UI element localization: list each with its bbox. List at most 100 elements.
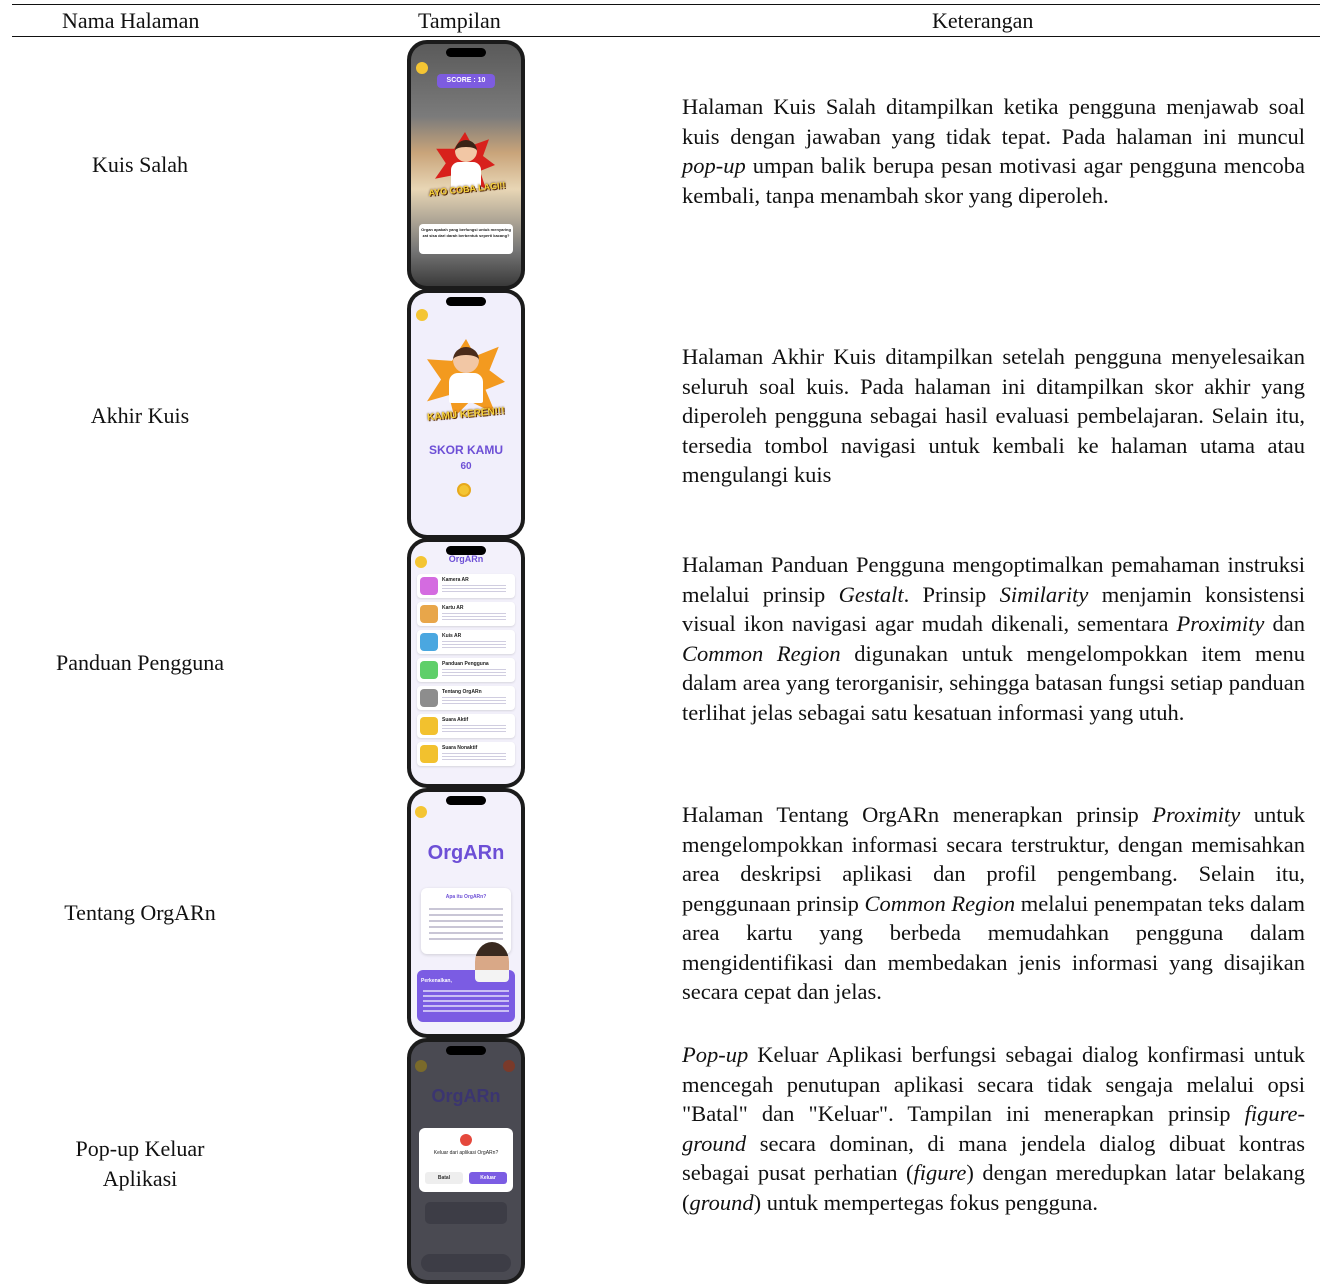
guide-item-label: Kuis AR: [442, 633, 462, 639]
row-desc-panduan: Halaman Panduan Pengguna mengoptimalkan …: [682, 550, 1305, 727]
dimmed-bottom-buttons: [421, 1254, 511, 1272]
cancel-button[interactable]: Batal: [425, 1172, 463, 1184]
phone-panduan: OrgARn Kamera AR Kartu AR Kuis AR Panduan P…: [407, 538, 525, 788]
exit-dialog: Keluar dari aplikasi OrgARn? Batal Kelua…: [419, 1128, 513, 1192]
screen-popup-keluar: OrgARn Keluar dari aplikasi OrgARn? Bata…: [411, 1042, 521, 1280]
guide-item-text-lines: [442, 725, 506, 734]
about-card-text: [429, 908, 503, 944]
home-icon[interactable]: [416, 62, 428, 74]
dialog-title: Keluar dari aplikasi OrgARn?: [433, 1150, 499, 1156]
guide-menu-list: Kamera AR Kartu AR Kuis AR Panduan Pengguna…: [417, 574, 515, 770]
screen-akhir-kuis: KAMU KEREN!!! SKOR KAMU 60: [411, 293, 521, 535]
guide-item-label: Kamera AR: [442, 577, 469, 583]
guide-item-label: Suara Aktif: [442, 717, 469, 723]
desc-segment: Halaman Kuis Salah ditampilkan ketika pe…: [682, 94, 1305, 149]
row-name-tentang: Tentang OrgARn: [64, 900, 216, 925]
desc-segment: Keluar Aplikasi berfungsi sebagai dialog…: [682, 1042, 1305, 1126]
sound-icon[interactable]: [415, 1060, 427, 1072]
desc-segment: Gestalt: [838, 581, 904, 607]
row-name-akhir-kuis: Akhir Kuis: [90, 403, 190, 428]
guide-item-text-lines: [442, 753, 506, 762]
desc-segment: . Prinsip: [903, 581, 1000, 607]
guide-menu-item[interactable]: Suara Nonaktif: [417, 742, 515, 766]
desc-segment: Halaman Akhir Kuis ditampilkan setelah p…: [682, 344, 1305, 487]
row-desc-tentang: Halaman Tentang OrgARn menerapkan prinsi…: [682, 800, 1305, 1007]
desc-segment: Proximity: [1176, 611, 1265, 636]
guide-menu-item[interactable]: Kartu AR: [417, 602, 515, 626]
back-icon[interactable]: [415, 556, 427, 568]
guide-item-text-lines: [442, 641, 506, 650]
header-keterangan: Keterangan: [932, 8, 1034, 33]
screen-tentang: OrgARn Apa itu OrgARn? Perkenalkan,: [411, 792, 521, 1034]
guide-item-icon: [420, 745, 438, 763]
guide-menu-item[interactable]: Suara Aktif: [417, 714, 515, 738]
desc-segment: pop-up: [682, 153, 746, 178]
desc-segment: Pop-up: [682, 1042, 749, 1067]
desc-segment: ground: [689, 1189, 754, 1215]
row-name-popup-keluar: Pop-up Keluar Aplikasi: [75, 1136, 205, 1191]
row-name-panduan: Panduan Pengguna: [55, 650, 225, 675]
score-value: 60: [460, 461, 472, 472]
exit-icon[interactable]: [503, 1060, 515, 1072]
back-icon[interactable]: [415, 806, 427, 818]
guide-menu-item[interactable]: Kamera AR: [417, 574, 515, 598]
phone-popup-keluar: OrgARn Keluar dari aplikasi OrgARn? Bata…: [407, 1038, 525, 1284]
desc-segment: Common Region: [682, 640, 841, 666]
desc-segment: Halaman Tentang OrgARn menerapkan prinsi…: [682, 802, 1153, 827]
phone-notch: [446, 1046, 486, 1055]
guide-item-icon: [420, 661, 438, 679]
score-badge: SCORE : 10: [437, 74, 495, 88]
row-desc-akhir-kuis: Halaman Akhir Kuis ditampilkan setelah p…: [682, 342, 1305, 490]
dimmed-menu-card: [425, 1202, 507, 1224]
question-card: Organ apakah yang berfungsi untuk menyar…: [419, 224, 513, 254]
score-title: SKOR KAMU: [429, 443, 503, 457]
about-card-title: Apa itu OrgARn?: [445, 894, 487, 900]
desc-segment: Similarity: [999, 581, 1089, 607]
desc-segment: Proximity: [1152, 802, 1241, 827]
desc-segment: umpan balik berupa pesan motivasi agar p…: [682, 153, 1305, 208]
developer-photo: [475, 942, 509, 982]
guide-item-label: Suara Nonaktif: [442, 745, 478, 751]
phone-tentang: OrgARn Apa itu OrgARn? Perkenalkan,: [407, 788, 525, 1038]
screen-kuis-salah: SCORE : 10 AYO COBA LAGI!! Organ apakah …: [411, 44, 521, 286]
desc-segment: Common Region: [864, 890, 1016, 916]
guide-item-text-lines: [442, 669, 506, 678]
guide-item-icon: [420, 633, 438, 651]
power-icon: [460, 1134, 472, 1146]
header-tampilan: Tampilan: [418, 8, 501, 33]
screen-panduan: OrgARn Kamera AR Kartu AR Kuis AR Panduan P…: [411, 542, 521, 784]
app-logo-dimmed: OrgARn: [431, 1086, 501, 1106]
header-nama-halaman: Nama Halaman: [62, 8, 200, 33]
phone-notch: [446, 546, 486, 555]
row-desc-popup-keluar: Pop-up Keluar Aplikasi berfungsi sebagai…: [682, 1040, 1305, 1217]
phone-kuis-salah: SCORE : 10 AYO COBA LAGI!! Organ apakah …: [407, 40, 525, 290]
app-logo-large: OrgARn: [427, 842, 505, 864]
guide-item-text-lines: [442, 585, 506, 594]
guide-item-label: Tentang OrgARn: [442, 689, 482, 695]
phone-notch: [446, 297, 486, 306]
app-logo: OrgARn: [448, 554, 484, 564]
guide-menu-item[interactable]: Tentang OrgARn: [417, 686, 515, 710]
row-name-kuis-salah: Kuis Salah: [92, 152, 188, 177]
table-header-rule: [12, 36, 1320, 37]
guide-item-text-lines: [442, 697, 506, 706]
guide-menu-item[interactable]: Kuis AR: [417, 630, 515, 654]
guide-item-icon: [420, 577, 438, 595]
guide-item-icon: [420, 689, 438, 707]
desc-segment: dan: [1264, 611, 1306, 636]
home-icon[interactable]: [416, 309, 428, 321]
profile-text: [423, 990, 509, 1014]
guide-item-text-lines: [442, 613, 506, 622]
phone-notch: [446, 48, 486, 57]
desc-segment: figure: [913, 1160, 967, 1185]
exit-button[interactable]: Keluar: [469, 1172, 507, 1184]
table-top-rule: [12, 4, 1320, 5]
desc-segment: ) untuk mempertegas fokus pengguna.: [753, 1189, 1098, 1215]
profile-title: Perkenalkan,: [421, 978, 452, 984]
guide-item-icon: [420, 717, 438, 735]
phone-notch: [446, 796, 486, 805]
replay-button[interactable]: [457, 483, 471, 497]
row-desc-kuis-salah: Halaman Kuis Salah ditampilkan ketika pe…: [682, 92, 1305, 210]
guide-menu-item[interactable]: Panduan Pengguna: [417, 658, 515, 682]
guide-item-icon: [420, 605, 438, 623]
